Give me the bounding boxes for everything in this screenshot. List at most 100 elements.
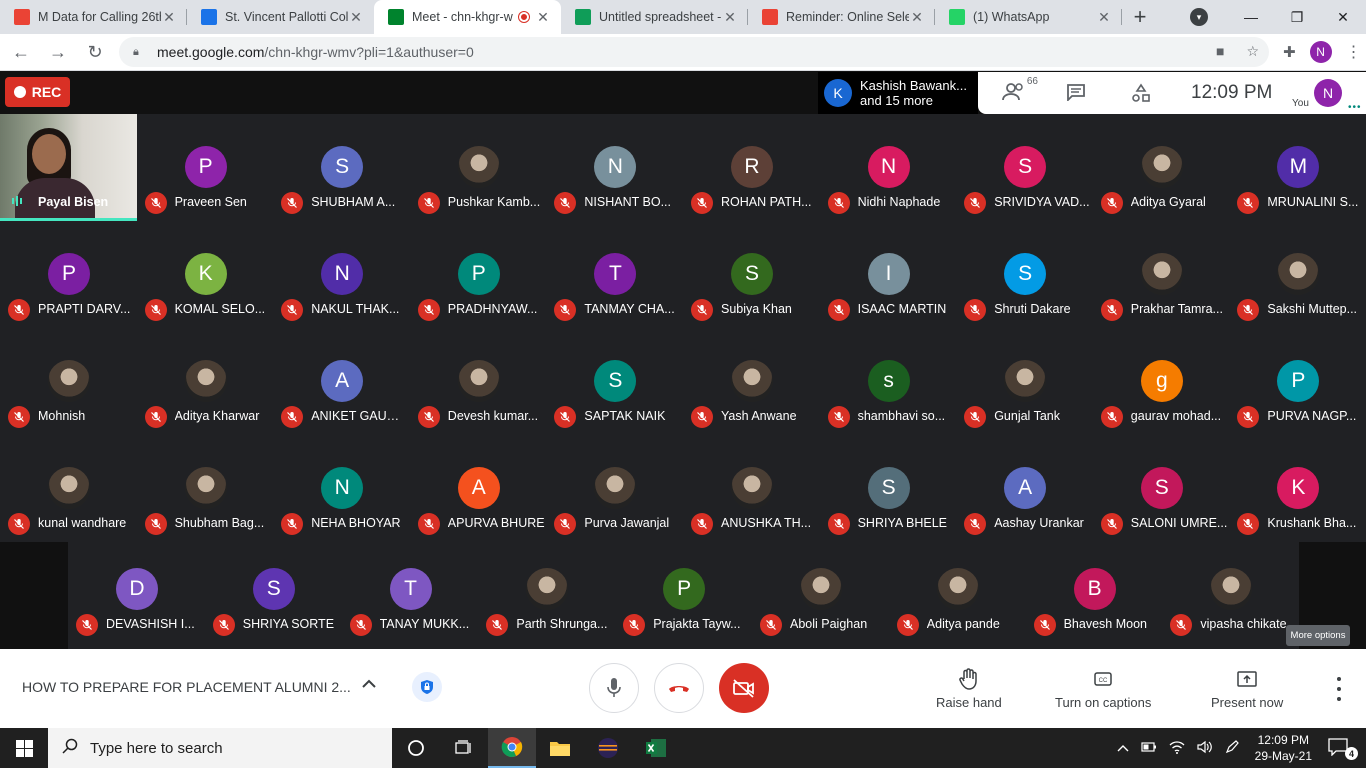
chrome-taskbar-icon[interactable] (488, 728, 536, 768)
pen-icon[interactable] (1219, 739, 1245, 757)
chrome-menu-icon[interactable]: ⋮ (1346, 42, 1362, 62)
close-tab-icon[interactable]: ✕ (348, 9, 364, 26)
extensions-icon[interactable]: ✚ (1283, 43, 1296, 61)
browser-tab[interactable]: Reminder: Online Sele ✕ (748, 0, 935, 34)
new-tab-button[interactable]: + (1122, 0, 1158, 34)
participant-tile[interactable]: K Krushank Bha... (1229, 435, 1366, 542)
excel-icon[interactable] (632, 728, 680, 768)
participant-tile[interactable]: P Praveen Sen (137, 114, 274, 221)
participant-tile[interactable]: kunal wandhare (0, 435, 137, 542)
notification-center-icon[interactable]: 4 (1328, 738, 1358, 760)
close-tab-icon[interactable]: ✕ (535, 9, 551, 26)
browser-tab[interactable]: Meet - chn-khgr-w ✕ (374, 0, 561, 34)
battery-icon[interactable] (1135, 741, 1163, 755)
participant-tile[interactable]: S SALONI UMRE... (1093, 435, 1230, 542)
volume-icon[interactable] (1191, 740, 1219, 757)
participant-tile[interactable]: T TANAY MUKK... (342, 536, 479, 643)
participant-tile[interactable]: N NEHA BHOYAR (273, 435, 410, 542)
back-icon[interactable]: ← (5, 36, 37, 68)
close-tab-icon[interactable]: ✕ (909, 9, 925, 26)
captions-button[interactable]: CC Turn on captions (1055, 667, 1151, 710)
raise-hand-button[interactable]: Raise hand (936, 667, 1002, 710)
participant-tile[interactable]: g gaurav mohad... (1093, 328, 1230, 435)
taskbar-search-box[interactable]: Type here to search (48, 728, 392, 768)
eclipse-icon[interactable] (584, 728, 632, 768)
meeting-title[interactable]: HOW TO PREPARE FOR PLACEMENT ALUMNI 2... (22, 679, 351, 695)
self-video-tile[interactable]: Payal Bisen (0, 114, 137, 221)
leave-call-button[interactable] (654, 663, 704, 713)
participant-tile[interactable]: S Subiya Khan (683, 221, 820, 328)
browser-tab[interactable]: M Data for Calling 26th ✕ (0, 0, 187, 34)
participant-tile[interactable]: Parth Shrunga... (478, 536, 615, 643)
close-window-button[interactable]: ✕ (1320, 0, 1366, 34)
participant-tile[interactable]: ANUSHKA TH... (683, 435, 820, 542)
participant-tile[interactable]: Yash Anwane (683, 328, 820, 435)
participant-tile[interactable]: Prakhar Tamra... (1093, 221, 1230, 328)
taskbar-clock[interactable]: 12:09 PM 29-May-21 (1245, 732, 1322, 764)
windows-start-icon[interactable] (0, 728, 48, 768)
participant-tile[interactable]: N NISHANT BO... (546, 114, 683, 221)
participant-tile[interactable]: S Shruti Dakare (956, 221, 1093, 328)
participant-tile[interactable]: P PRAPTI DARV... (0, 221, 137, 328)
participant-tile[interactable]: I ISAAC MARTIN (820, 221, 957, 328)
camera-off-button[interactable] (719, 663, 769, 713)
participant-tile[interactable]: P PRADHNYAW... (410, 221, 547, 328)
participant-tile[interactable]: Mohnish (0, 328, 137, 435)
browser-tab[interactable]: St. Vincent Pallotti Colle ✕ (187, 0, 374, 34)
microphone-button[interactable] (589, 663, 639, 713)
file-explorer-icon[interactable] (536, 728, 584, 768)
participant-tile[interactable]: Aditya Gyaral (1093, 114, 1230, 221)
chevron-up-icon[interactable] (362, 676, 376, 694)
participant-tile[interactable]: P Prajakta Tayw... (615, 536, 752, 643)
participant-tile[interactable]: Gunjal Tank (956, 328, 1093, 435)
participant-tile[interactable]: M MRUNALINI S... (1229, 114, 1366, 221)
participant-tile[interactable]: T TANMAY CHA... (546, 221, 683, 328)
more-options-icon[interactable] (1330, 677, 1348, 701)
reload-icon[interactable]: ↻ (79, 36, 111, 68)
activities-icon[interactable] (1131, 83, 1151, 108)
participant-tile[interactable]: A APURVA BHURE (410, 435, 547, 542)
tab-search-icon[interactable]: ▾ (1190, 8, 1208, 26)
participant-tile[interactable]: S SHRIYA SORTE (205, 536, 342, 643)
chat-icon[interactable] (1066, 83, 1086, 106)
participant-tile[interactable]: A ANIKET GAURI... (273, 328, 410, 435)
close-tab-icon[interactable]: ✕ (161, 9, 177, 26)
participant-tile[interactable]: s shambhavi so... (820, 328, 957, 435)
participant-tile[interactable]: A Aashay Urankar (956, 435, 1093, 542)
participant-tile[interactable]: Pushkar Kamb... (410, 114, 547, 221)
participant-tile[interactable]: S SAPTAK NAIK (546, 328, 683, 435)
participant-tile[interactable]: vipasha chikate (1162, 536, 1299, 643)
participant-tile[interactable]: Sakshi Muttep... (1229, 221, 1366, 328)
participant-tile[interactable]: R ROHAN PATH... (683, 114, 820, 221)
participant-tile[interactable]: S SHRIYA BHELE (820, 435, 957, 542)
minimize-button[interactable]: — (1228, 0, 1274, 34)
bookmark-star-icon[interactable]: ☆ (1246, 43, 1259, 60)
chevron-up-tray-icon[interactable] (1111, 741, 1135, 755)
participant-tile[interactable]: N Nidhi Naphade (820, 114, 957, 221)
close-tab-icon[interactable]: ✕ (1096, 9, 1112, 26)
browser-tab[interactable]: Untitled spreadsheet - ✕ (561, 0, 748, 34)
participant-tile[interactable]: Aditya Kharwar (137, 328, 274, 435)
participant-tile[interactable]: Shubham Bag... (137, 435, 274, 542)
cortana-icon[interactable] (392, 728, 440, 768)
host-controls-shield-icon[interactable] (412, 672, 442, 702)
participant-tile[interactable]: K KOMAL SELO... (137, 221, 274, 328)
participant-tile[interactable]: Purva Jawanjal (546, 435, 683, 542)
participant-tile[interactable]: S SHUBHAM A... (273, 114, 410, 221)
participant-tile[interactable]: S SRIVIDYA VAD... (956, 114, 1093, 221)
forward-icon[interactable]: → (42, 36, 74, 68)
restore-button[interactable]: ❐ (1274, 0, 1320, 34)
participant-tile[interactable]: B Bhavesh Moon (1026, 536, 1163, 643)
participant-tile[interactable]: Aboli Paighan (752, 536, 889, 643)
present-now-button[interactable]: Present now (1211, 667, 1283, 710)
task-view-icon[interactable] (440, 728, 488, 768)
participant-tile[interactable]: P PURVA NAGP... (1229, 328, 1366, 435)
close-tab-icon[interactable]: ✕ (722, 9, 738, 26)
participant-tile[interactable]: Devesh kumar... (410, 328, 547, 435)
camera-in-use-icon[interactable]: ■ (1216, 43, 1224, 60)
participant-tile[interactable]: Aditya pande (889, 536, 1026, 643)
browser-tab[interactable]: (1) WhatsApp ✕ (935, 0, 1122, 34)
people-icon[interactable]: 66 (1002, 76, 1038, 107)
participant-tile[interactable]: D DEVASHISH I... (68, 536, 205, 643)
address-bar[interactable]: 🔒︎ meet.google.com/chn-khgr-wmv?pli=1&au… (119, 37, 1269, 67)
